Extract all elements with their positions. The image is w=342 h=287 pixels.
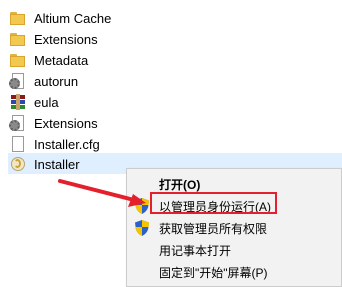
installer-icon [8,155,28,173]
menu-item-open[interactable]: 打开(O) [127,173,341,195]
menu-item-run-as-admin[interactable]: 以管理员身份运行(A) [127,195,341,217]
file-name: Installer.cfg [34,136,100,152]
menu-item-label: 获取管理员所有权限 [159,221,268,236]
file-name: Installer [34,156,80,172]
file-name: Extensions [34,115,98,131]
winrar-archive-icon [8,93,28,111]
file-item-autorun[interactable]: autorun [8,71,208,91]
settings-file-icon [8,114,28,132]
menu-item-label: 固定到"开始"屏幕(P) [159,265,268,280]
folder-icon [8,30,28,48]
settings-file-icon [8,72,28,90]
menu-item-open-with-notepad[interactable]: 用记事本打开 [127,239,341,261]
menu-item-label: 以管理员身份运行(A) [159,199,271,214]
file-item-altium-cache[interactable]: Altium Cache [8,8,208,28]
file-item-installer-cfg[interactable]: Installer.cfg [8,134,208,154]
menu-item-label: 用记事本打开 [159,243,232,258]
file-name: Altium Cache [34,10,112,26]
file-item-metadata[interactable]: Metadata [8,50,208,70]
file-name: Extensions [34,31,98,47]
folder-icon [8,51,28,69]
menu-item-pin-to-start[interactable]: 固定到"开始"屏幕(P) [127,261,341,283]
file-name: autorun [34,73,79,89]
file-name: Metadata [34,52,89,68]
folder-icon [8,9,28,27]
document-icon [8,135,28,153]
file-item-eula[interactable]: eula [8,92,208,112]
file-name: eula [34,94,59,110]
file-item-extensions-folder[interactable]: Extensions [8,29,208,49]
uac-shield-icon [135,220,149,236]
uac-shield-icon [135,198,149,214]
menu-item-take-ownership[interactable]: 获取管理员所有权限 [127,217,341,239]
menu-item-label: 打开(O) [159,177,201,192]
context-menu: 打开(O) 以管理员身份运行(A) 获取管理员所有权限 用记事本打开 固定到"开… [126,168,342,287]
file-item-extensions-settings[interactable]: Extensions [8,113,208,133]
